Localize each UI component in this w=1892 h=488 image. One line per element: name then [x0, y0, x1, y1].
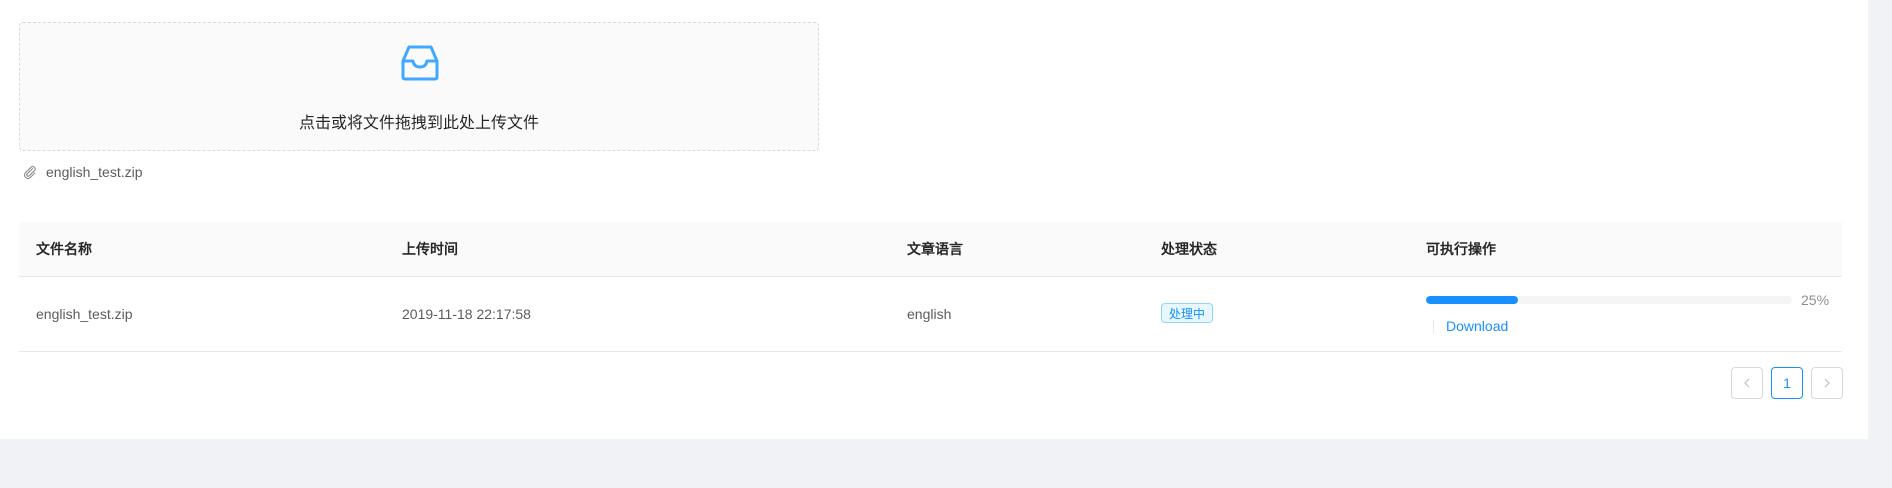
progress-track — [1426, 296, 1792, 304]
pagination-prev-button[interactable] — [1731, 367, 1763, 399]
uploaded-file-name: english_test.zip — [46, 164, 143, 180]
cell-language: english — [907, 306, 952, 322]
chevron-left-icon — [1744, 378, 1750, 388]
action-divider — [1433, 320, 1434, 334]
files-table: 文件名称 上传时间 文章语言 处理状态 可执行操作 english_test.z… — [19, 222, 1842, 352]
download-link[interactable]: Download — [1446, 316, 1508, 336]
cell-file-name: english_test.zip — [36, 306, 133, 322]
upload-hint: 点击或将文件拖拽到此处上传文件 — [298, 115, 539, 132]
pagination-page-1[interactable]: 1 — [1771, 367, 1803, 399]
cell-upload-time: 2019-11-18 22:17:58 — [402, 306, 531, 322]
progress-fill — [1426, 296, 1518, 304]
column-header-actions: 可执行操作 — [1426, 241, 1496, 257]
page-gutter — [1868, 0, 1892, 488]
column-header-status: 处理状态 — [1161, 241, 1217, 257]
pagination-next-button[interactable] — [1811, 367, 1843, 399]
column-header-upload-time: 上传时间 — [402, 241, 458, 257]
progress-bar: 25% — [1426, 292, 1871, 308]
status-badge: 处理中 — [1161, 303, 1214, 323]
progress-percent: 25% — [1801, 292, 1830, 308]
upload-dragger[interactable]: 点击或将文件拖拽到此处上传文件 — [19, 22, 819, 151]
chevron-right-icon — [1824, 378, 1830, 388]
table-header: 文件名称 上传时间 文章语言 处理状态 可执行操作 — [19, 222, 1842, 277]
uploaded-file-item[interactable]: english_test.zip — [22, 160, 143, 184]
inbox-icon — [401, 45, 439, 81]
paperclip-icon — [23, 165, 36, 180]
column-header-language: 文章语言 — [907, 241, 963, 257]
table-row: english_test.zip 2019-11-18 22:17:58 eng… — [19, 277, 1842, 352]
column-header-file-name: 文件名称 — [36, 241, 92, 257]
upload-panel: 点击或将文件拖拽到此处上传文件 english_test.zip 文件名称 上传… — [0, 0, 1868, 439]
